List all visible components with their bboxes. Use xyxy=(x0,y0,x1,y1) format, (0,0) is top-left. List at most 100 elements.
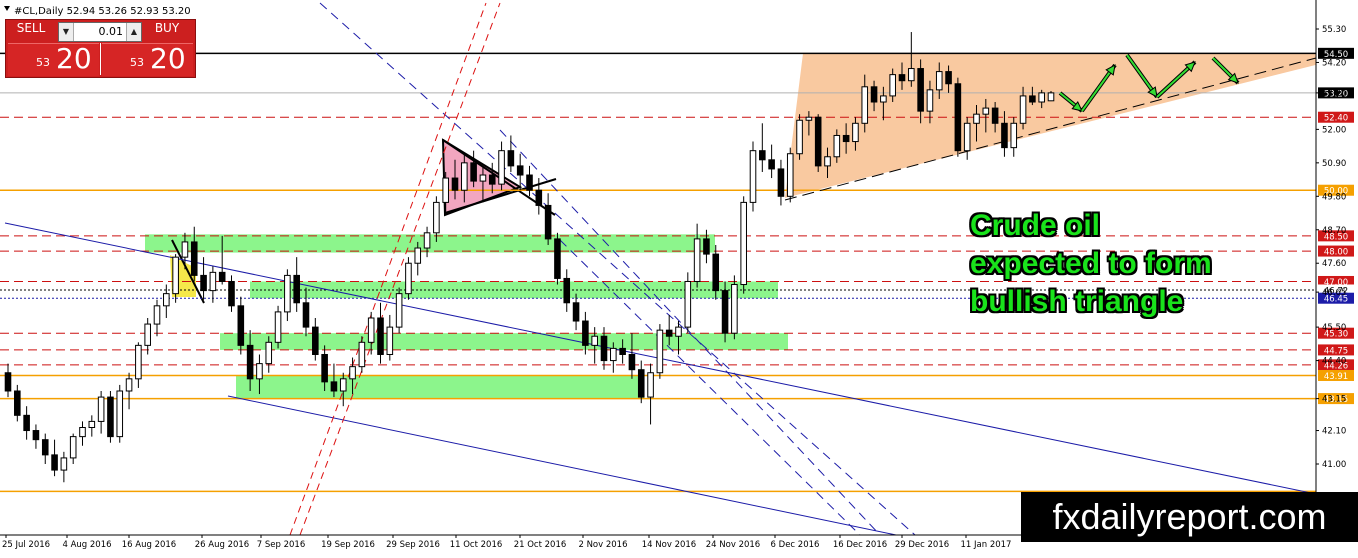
sell-button[interactable]: SELL xyxy=(8,21,54,41)
bull-candle-body xyxy=(172,256,179,295)
bear-candle-body xyxy=(41,439,49,456)
bull-candle-body xyxy=(786,153,794,197)
candlestick xyxy=(731,275,738,340)
bear-candle-body xyxy=(945,71,952,85)
bull-candle-body xyxy=(935,71,943,91)
candlestick xyxy=(554,232,561,285)
x-tick-label: 29 Dec 2016 xyxy=(895,540,949,550)
bear-candle-body xyxy=(600,335,608,362)
bull-candle-body xyxy=(796,119,803,155)
candlestick xyxy=(721,281,729,343)
chart-area[interactable]: 54.50 53.20 52.40 50.00 48.50 48.00 47.00 46.72… xyxy=(0,0,1358,554)
x-tick-label: 11 Jan 2017 xyxy=(961,540,1012,550)
bear-candle-body xyxy=(991,107,999,124)
bull-candle-body xyxy=(479,174,487,182)
bear-candle-body xyxy=(1001,122,1008,149)
buy-price[interactable]: 53 20 xyxy=(102,43,193,76)
bull-candle-body xyxy=(181,241,189,258)
bull-candle-body xyxy=(386,326,394,355)
bear-candle-body xyxy=(526,174,533,191)
bull-candle-body xyxy=(349,366,356,380)
x-tick-label: 21 Oct 2016 xyxy=(514,540,567,550)
bull-candle-body xyxy=(144,323,151,346)
bull-candle-body xyxy=(358,341,366,368)
buy-button[interactable]: BUY xyxy=(144,21,190,41)
bull-candle-body xyxy=(833,134,841,158)
bull-candle-body xyxy=(405,262,412,295)
bull-candle-body xyxy=(824,156,831,167)
y-tick-label: 42.10 xyxy=(1322,427,1346,437)
bear-candle-body xyxy=(619,347,626,355)
bull-candle-body xyxy=(1019,95,1027,124)
bear-candle-body xyxy=(451,177,459,191)
bull-candle-body xyxy=(861,86,869,124)
bull-candle-body xyxy=(395,293,403,328)
sell-price[interactable]: 53 20 xyxy=(8,43,99,76)
price-tag-label: 43.91 xyxy=(1324,372,1348,382)
bull-candle-body xyxy=(926,89,934,112)
bear-candle-body xyxy=(759,150,766,161)
bull-candle-body xyxy=(69,436,77,459)
bear-candle-body xyxy=(954,83,962,152)
y-tick-label: 48.70 xyxy=(1322,226,1346,236)
bear-candle-body xyxy=(107,396,114,438)
y-tick-label: 47.60 xyxy=(1322,259,1346,269)
bull-candle-body xyxy=(973,113,980,124)
lot-decrease-icon[interactable]: ▼ xyxy=(59,23,74,41)
price-tag-label: 44.75 xyxy=(1324,346,1348,356)
bull-candle-body xyxy=(1038,92,1045,103)
bull-candle-body xyxy=(889,74,896,97)
buy-price-prefix: 53 xyxy=(130,56,144,69)
bear-candle-body xyxy=(14,390,21,416)
bull-candle-body xyxy=(1010,122,1018,149)
buy-price-pips: 20 xyxy=(150,42,186,75)
x-tick-label: 11 Oct 2016 xyxy=(450,540,503,550)
lot-increase-icon[interactable]: ▲ xyxy=(126,23,141,41)
bear-candle-body xyxy=(507,150,515,167)
bear-candle-body xyxy=(721,290,729,334)
bear-candle-body xyxy=(544,204,552,240)
bull-candle-body xyxy=(731,284,738,334)
bull-candle-body xyxy=(498,150,505,185)
bull-candle-body xyxy=(880,95,887,103)
bear-candle-body xyxy=(516,165,524,176)
x-tick-label: 16 Dec 2016 xyxy=(833,540,887,550)
candlestick xyxy=(107,390,114,443)
bull-candle-body xyxy=(153,305,161,325)
bull-candle-body xyxy=(423,232,431,249)
bull-candle-body xyxy=(60,457,68,471)
y-tick-label: 52.00 xyxy=(1322,125,1346,135)
x-tick-label: 29 Sep 2016 xyxy=(386,540,440,550)
bear-candle-body xyxy=(842,134,850,143)
bull-candle-body xyxy=(135,344,142,380)
candlestick xyxy=(786,147,794,203)
bull-candle-body xyxy=(693,238,701,282)
bear-candle-body xyxy=(628,353,636,371)
x-tick-label: 26 Aug 2016 xyxy=(195,540,249,550)
bear-candle-body xyxy=(703,238,710,255)
y-tick-label: 50.90 xyxy=(1322,159,1346,169)
x-tick-label: 14 Nov 2016 xyxy=(642,540,696,550)
bear-candle-body xyxy=(870,86,878,103)
bear-candle-body xyxy=(898,74,906,82)
bear-candle-body xyxy=(312,326,319,355)
bull-candle-body xyxy=(805,116,813,121)
candlestick xyxy=(116,384,124,443)
bull-candle-body xyxy=(433,201,440,234)
bear-candle-body xyxy=(712,253,720,292)
bear-candle-body xyxy=(246,344,254,380)
candlestick xyxy=(395,287,403,334)
x-tick-label: 19 Sep 2016 xyxy=(321,540,375,550)
annotation-line: Crude oil xyxy=(970,209,1101,242)
bear-candle-body xyxy=(563,277,571,304)
bear-candle-body xyxy=(535,189,543,206)
bull-candle-body xyxy=(442,177,449,203)
price-level-tag: 52.40 xyxy=(1318,111,1354,124)
x-tick-label: 7 Sep 2016 xyxy=(257,540,305,550)
bull-candle-body xyxy=(908,68,915,82)
lot-size-input[interactable]: ▼ 0.01 ▲ xyxy=(58,22,142,42)
bear-candle-body xyxy=(814,116,822,167)
y-tick-label: 41.00 xyxy=(1322,460,1346,470)
candlestick xyxy=(954,77,962,157)
bear-candle-body xyxy=(1029,95,1036,103)
